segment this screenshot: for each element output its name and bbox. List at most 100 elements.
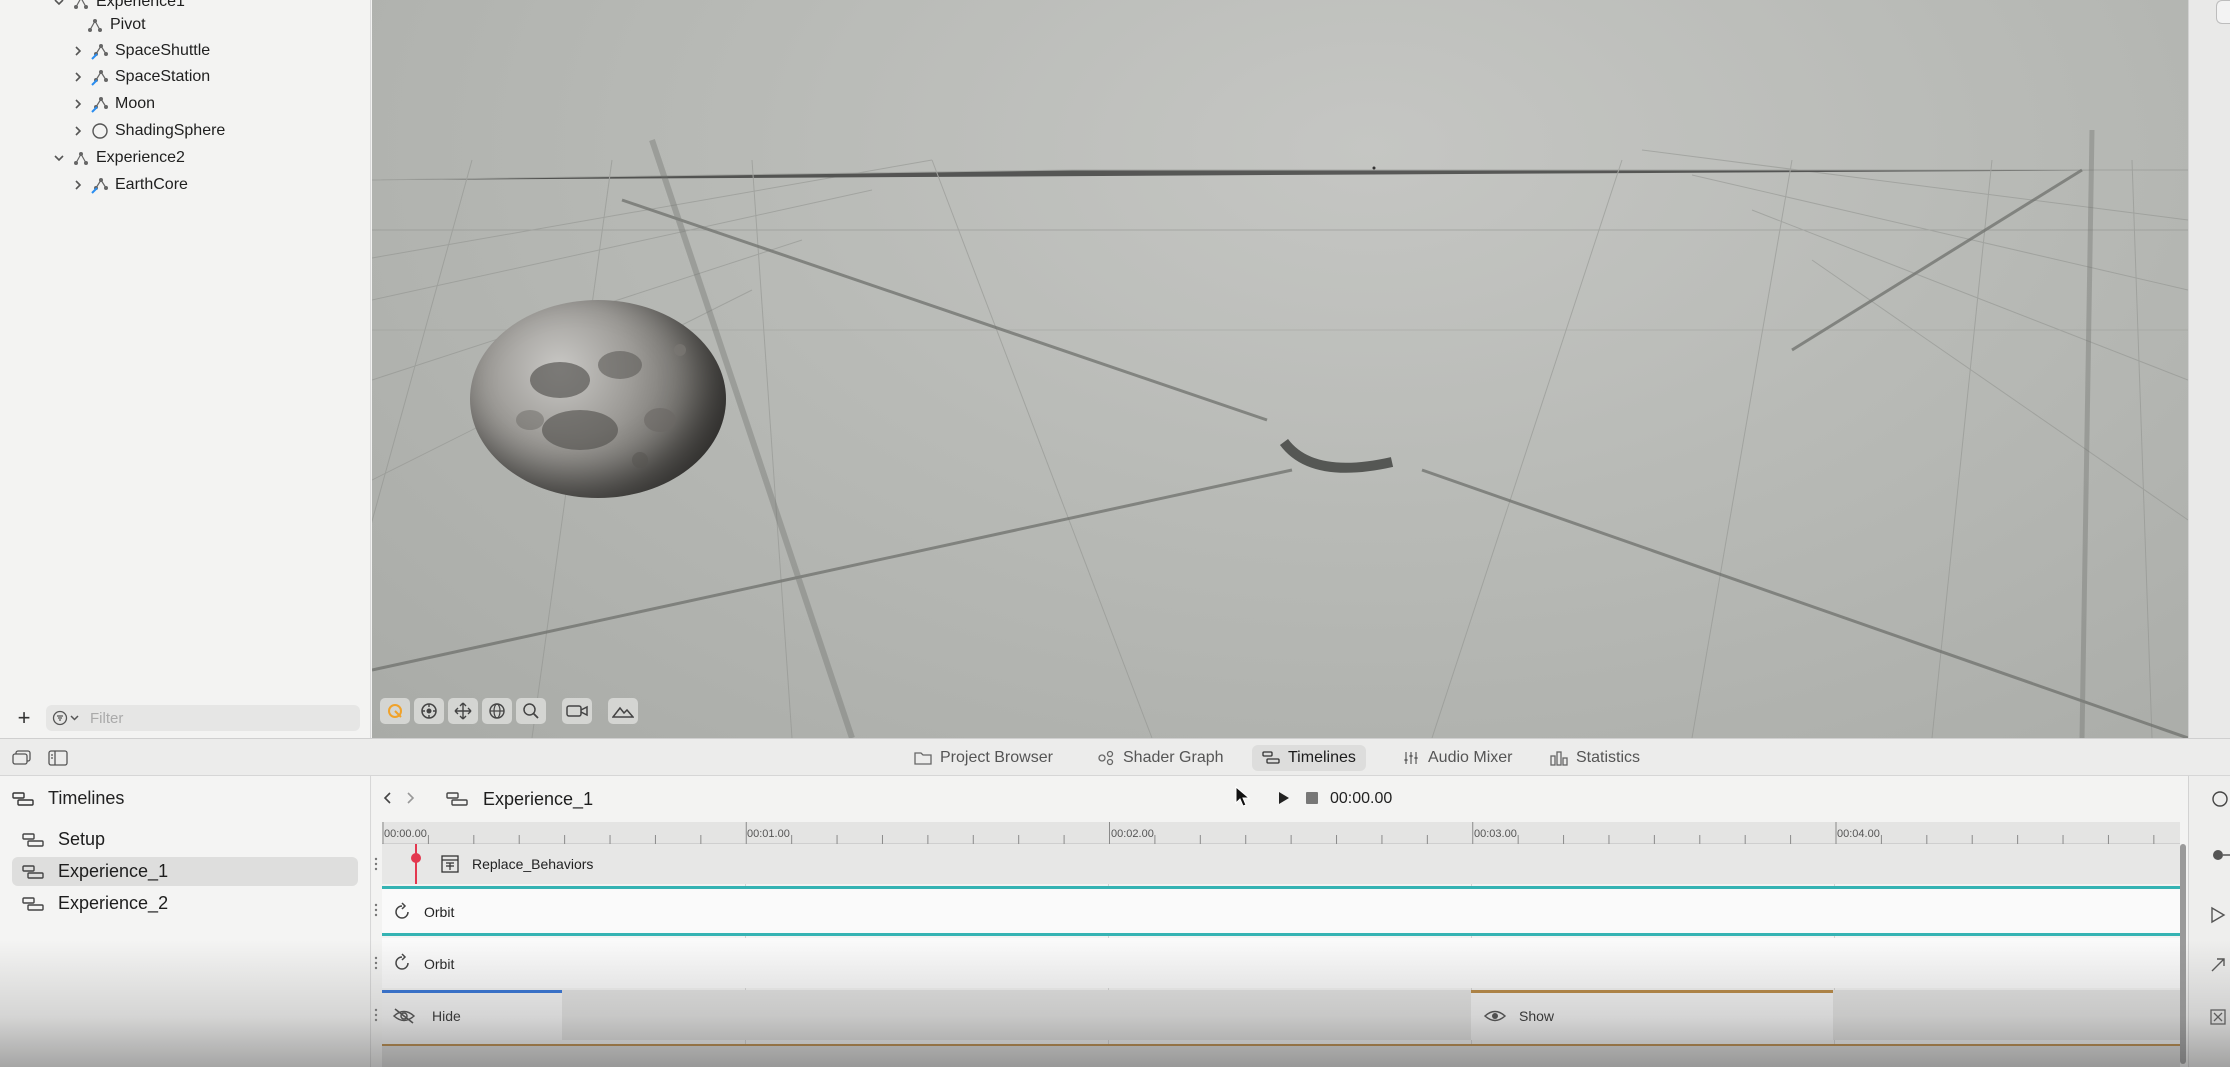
folder-icon xyxy=(914,752,932,765)
timelines-sidebar: Timelines Setup Experience_1 Experience_… xyxy=(0,776,371,1067)
drag-handle-icon[interactable] xyxy=(374,903,378,917)
timeline-editor-header: Experience_1 00:00.00 xyxy=(372,776,2188,822)
chevron-down-icon[interactable] xyxy=(52,151,66,165)
entity-icon xyxy=(86,16,104,34)
track-partial xyxy=(382,1044,2180,1067)
stop-icon xyxy=(1306,792,1318,804)
outline-item-spaceshuttle[interactable]: SpaceShuttle xyxy=(71,38,210,64)
tab-timelines[interactable]: Timelines xyxy=(1252,745,1366,771)
chevron-right-icon xyxy=(407,792,415,804)
zoom-icon xyxy=(523,703,539,719)
move-tool-icon xyxy=(454,702,472,720)
chevron-right-icon[interactable] xyxy=(71,178,85,192)
outline-item-experience2[interactable]: Experience2 xyxy=(52,145,185,171)
sidebar-toggle-icon[interactable] xyxy=(48,750,68,766)
ruler-label: 00:00.00 xyxy=(384,828,427,840)
outline-item-label: Pivot xyxy=(110,16,146,33)
shader-graph-icon xyxy=(1098,750,1114,766)
track-replace-behaviors[interactable]: Replace_Behaviors xyxy=(374,844,2180,884)
move-tool-button[interactable] xyxy=(448,698,478,724)
timeline-icon xyxy=(22,832,44,847)
close-box-icon[interactable] xyxy=(2209,1008,2230,1026)
timeline-item-setup[interactable]: Setup xyxy=(12,825,358,854)
outline-item-spacestation[interactable]: SpaceStation xyxy=(71,64,210,90)
outline-item-pivot[interactable]: Pivot xyxy=(86,12,146,38)
chevron-right-icon[interactable] xyxy=(71,70,85,84)
outline-item-label: ShadingSphere xyxy=(115,122,226,139)
environment-button[interactable] xyxy=(608,698,638,724)
drag-handle-icon[interactable] xyxy=(374,857,378,871)
panels-toggle-icon[interactable] xyxy=(12,750,32,766)
track-label: Replace_Behaviors xyxy=(472,856,594,872)
model-entity-icon xyxy=(91,95,109,113)
stop-button[interactable] xyxy=(1306,792,1318,804)
tab-shader-graph[interactable]: Shader Graph xyxy=(1087,745,1234,771)
arrow-diagonal-icon[interactable] xyxy=(2209,956,2230,974)
timeline-item-experience-1[interactable]: Experience_1 xyxy=(12,857,358,886)
timeline-editor: Experience_1 00:00.00 00:00.00 00:01.00 … xyxy=(372,776,2188,1067)
play-button[interactable] xyxy=(1278,791,1290,805)
vertical-scrollbar[interactable] xyxy=(2180,844,2186,1064)
chevron-right-icon[interactable] xyxy=(71,124,85,138)
outline-item-label: SpaceStation xyxy=(115,68,211,85)
tab-statistics[interactable]: Statistics xyxy=(1540,745,1650,771)
track-orbit[interactable]: Orbit xyxy=(374,886,2180,936)
add-entity-button[interactable]: + xyxy=(13,707,35,730)
timelines-header: Timelines xyxy=(12,788,124,809)
tab-project-browser[interactable]: Project Browser xyxy=(904,745,1063,771)
filter-field[interactable] xyxy=(46,705,360,731)
chevron-right-icon[interactable] xyxy=(71,97,85,111)
outline-item-earthcore[interactable]: EarthCore xyxy=(71,172,188,198)
timelines-title: Timelines xyxy=(48,788,125,808)
scene-viewport[interactable] xyxy=(372,0,2188,738)
chevron-right-icon[interactable] xyxy=(71,44,85,58)
hide-clip[interactable]: Hide xyxy=(382,990,562,1040)
orbit-tool-button[interactable] xyxy=(414,698,444,724)
camera-button[interactable] xyxy=(562,698,592,724)
orbit-icon xyxy=(395,953,409,970)
track-orbit[interactable]: Orbit xyxy=(374,938,2180,988)
tab-label: Audio Mixer xyxy=(1428,749,1513,766)
track-visibility: Hide Show xyxy=(374,990,2180,1040)
track-label: Hide xyxy=(432,1008,461,1024)
play-outline-icon[interactable] xyxy=(2209,906,2230,924)
track-label: Orbit xyxy=(424,904,455,920)
filter-input[interactable] xyxy=(90,708,350,728)
outline-item-label: SpaceShuttle xyxy=(115,42,211,59)
ruler-label: 00:02.00 xyxy=(1111,828,1154,840)
tab-audio-mixer[interactable]: Audio Mixer xyxy=(1392,745,1522,771)
outline-item-moon[interactable]: Moon xyxy=(71,91,155,117)
replace-behaviors-icon xyxy=(441,855,459,873)
select-tool-button[interactable] xyxy=(380,698,410,724)
timeline-icon xyxy=(22,896,44,911)
zoom-tool-button[interactable] xyxy=(516,698,546,724)
playhead-knob[interactable] xyxy=(411,853,421,863)
timelines-icon xyxy=(1262,751,1280,764)
orbit-icon xyxy=(395,902,409,919)
drag-handle-icon[interactable] xyxy=(374,1008,378,1022)
chevron-down-icon[interactable] xyxy=(52,0,66,9)
select-tool-icon xyxy=(388,704,402,718)
outline-item-shadingsphere[interactable]: ShadingSphere xyxy=(71,118,225,144)
timeline-item-label: Setup xyxy=(58,829,106,849)
drag-handle-icon[interactable] xyxy=(374,956,378,970)
forward-button[interactable] xyxy=(404,791,416,805)
tab-label: Project Browser xyxy=(940,749,1053,766)
filter-menu-icon[interactable] xyxy=(52,710,84,726)
show-clip[interactable]: Show xyxy=(1471,990,1833,1040)
inspector-toggle[interactable] xyxy=(2216,0,2230,24)
inspector-icon[interactable] xyxy=(2209,790,2230,808)
rotate-tool-button[interactable] xyxy=(482,698,512,724)
entity-icon xyxy=(72,0,90,11)
time-ruler[interactable]: 00:00.00 00:01.00 00:02.00 00:03.00 00:0… xyxy=(382,822,2180,844)
moon-model[interactable] xyxy=(470,300,726,498)
playhead[interactable] xyxy=(415,844,417,884)
keyframe-icon[interactable] xyxy=(2209,846,2230,864)
inspector-strip xyxy=(2188,0,2230,738)
timeline-item-experience-2[interactable]: Experience_2 xyxy=(12,889,358,918)
ruler-label: 00:03.00 xyxy=(1474,828,1517,840)
timeline-icon xyxy=(446,791,468,807)
back-button[interactable] xyxy=(382,791,394,805)
ruler-label: 00:01.00 xyxy=(747,828,790,840)
play-icon xyxy=(1279,792,1289,804)
